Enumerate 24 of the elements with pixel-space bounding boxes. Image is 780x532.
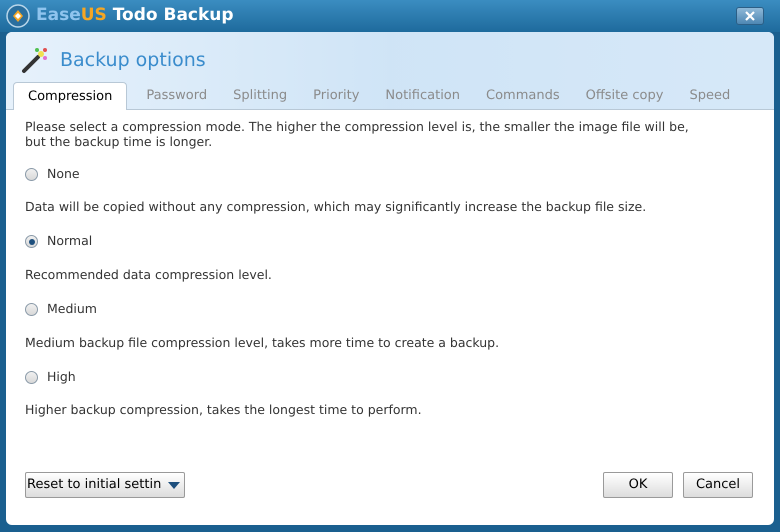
header-title: Backup options <box>60 48 206 73</box>
radio-option[interactable]: High <box>25 368 76 386</box>
caret-icon <box>168 482 180 488</box>
radio-option[interactable]: Medium <box>25 300 97 318</box>
radio-button[interactable] <box>25 235 38 248</box>
tab[interactable]: Compression <box>13 82 128 110</box>
cancel-button[interactable]: Cancel <box>683 472 753 498</box>
close-button[interactable] <box>736 7 764 25</box>
ok-button[interactable]: OK <box>603 472 673 498</box>
radio-button[interactable] <box>25 168 38 180</box>
option-description: Data will be copied without any compression, which may significantly increase the backup file size. <box>25 198 648 216</box>
logo-icon <box>6 4 30 28</box>
close-icon <box>745 11 755 21</box>
reset-dropdown-button[interactable]: Reset to initial settin <box>25 472 185 498</box>
option-description: Recommended data compression level. <box>25 266 273 284</box>
magic-wand-icon <box>20 45 50 75</box>
option-description: Higher backup compression, takes the longest time to perform. <box>25 401 423 420</box>
option-description: Medium backup file compression level, takes more time to create a backup. <box>25 334 500 352</box>
radio-button[interactable] <box>25 370 38 384</box>
radio-button[interactable] <box>25 303 38 316</box>
window-title: EaseUS Todo Backup <box>36 4 234 28</box>
radio-option[interactable]: Normal <box>25 232 92 251</box>
radio-option[interactable]: None <box>25 165 80 183</box>
intro-text: Please select a compression mode. The higher the compression level is, the smaller the image file will be, but the backup time is longer. <box>25 119 690 149</box>
